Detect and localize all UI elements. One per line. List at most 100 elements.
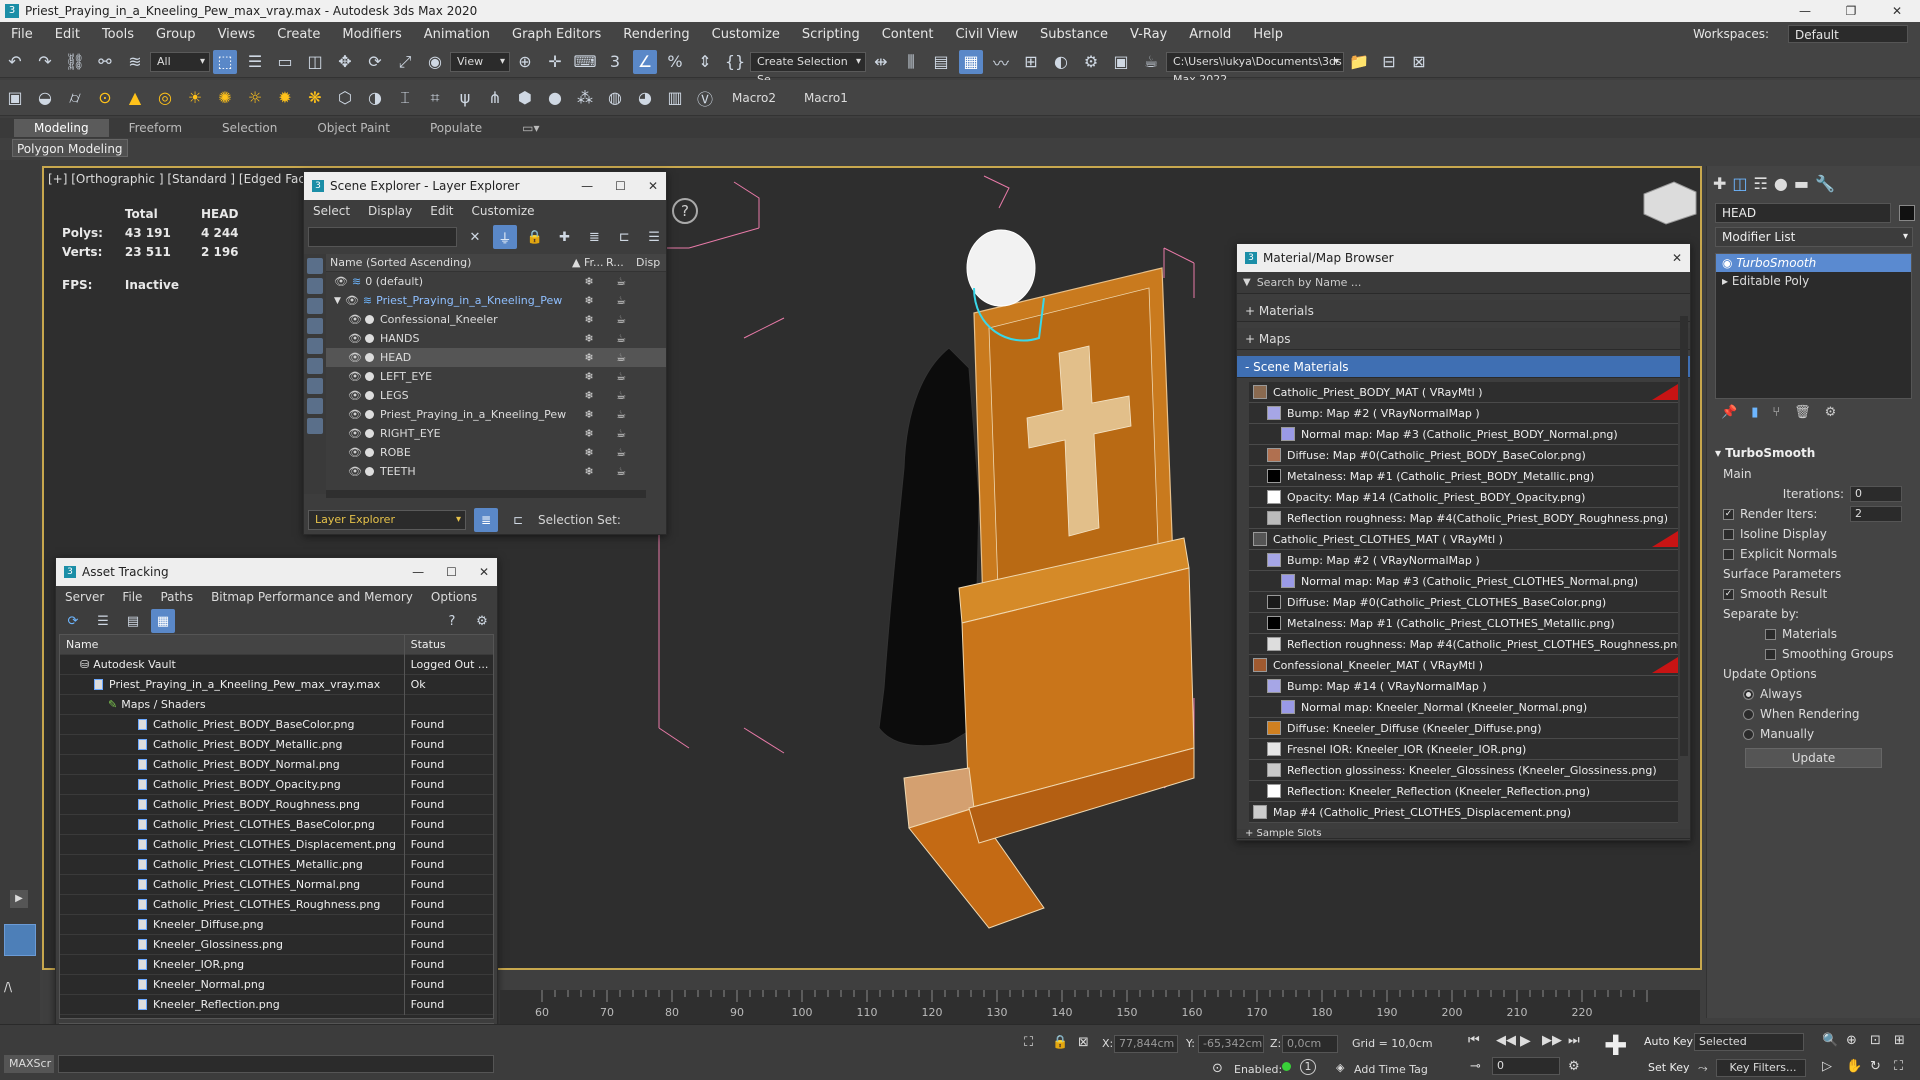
ribbon-tab-object-paint[interactable]: Object Paint [297, 121, 410, 135]
ribbon-tab-populate[interactable]: Populate [410, 121, 502, 135]
material-row[interactable]: Metalness: Map #1 (Catholic_Priest_BODY_… [1249, 466, 1678, 487]
freeze-icon[interactable]: ❄ [572, 446, 606, 459]
visibility-eye-icon[interactable]: 👁 [348, 446, 362, 459]
select-move-icon[interactable]: ✥ [333, 50, 357, 74]
next-frame-icon[interactable]: ▶▶ [1542, 1033, 1562, 1048]
select-object-icon[interactable]: ⬚ [213, 49, 237, 74]
object-color-swatch[interactable] [1899, 205, 1915, 221]
asset-row[interactable]: Catholic_Priest_CLOTHES_Displacement.png… [60, 834, 493, 855]
visibility-eye-icon[interactable]: 👁 [345, 294, 359, 307]
asset-row[interactable]: Kneeler_Reflection.png Found [60, 994, 493, 1015]
unlink-icon[interactable]: ⚯ [93, 50, 117, 74]
render-teapot-icon[interactable]: ☕ [606, 370, 636, 383]
fog-icon[interactable]: ◕ [633, 86, 657, 110]
select-scale-icon[interactable]: ⤢ [393, 50, 417, 74]
zoom-extents-icon[interactable]: ⊡ [1870, 1033, 1881, 1048]
asset-row[interactable]: Kneeler_IOR.png Found [60, 954, 493, 975]
lock-icon[interactable]: 🔒 [523, 225, 547, 249]
dome-light-icon[interactable]: ✹ [273, 86, 297, 110]
iterations-spinner[interactable]: 0 [1850, 486, 1902, 502]
isoline-checkbox[interactable] [1723, 528, 1734, 540]
minimize-button[interactable]: — [1782, 0, 1828, 22]
bind-space-warp-icon[interactable]: ≋ [123, 50, 147, 74]
asset-row[interactable]: Kneeler_Glossiness.png Found [60, 934, 493, 955]
asset-row[interactable]: Catholic_Priest_BODY_Roughness.png Found [60, 794, 493, 815]
visibility-eye-icon[interactable]: 👁 [348, 332, 362, 345]
material-row[interactable]: Reflection: Kneeler_Reflection (Kneeler_… [1249, 781, 1678, 802]
render-production-icon[interactable]: ☕ [1139, 50, 1163, 74]
field-of-view-icon[interactable]: ▷ [1822, 1059, 1832, 1074]
render-iters-spinner[interactable]: 2 [1850, 506, 1902, 522]
toon-icon[interactable]: ◍ [603, 86, 627, 110]
time-config-icon[interactable]: 1 [1300, 1059, 1316, 1075]
material-browser-scrollbar[interactable] [1680, 316, 1688, 756]
freeze-icon[interactable]: ❄ [572, 389, 606, 402]
absolute-mode-icon[interactable]: ⊠ [1078, 1035, 1089, 1050]
macro1-button[interactable]: Macro1 [804, 91, 848, 105]
asset-row[interactable]: Kneeler_Diffuse.png Found [60, 914, 493, 935]
cylinder-icon[interactable]: ⌭ [63, 86, 87, 110]
help-question-icon[interactable]: ? [440, 609, 464, 633]
asset-menu-paths[interactable]: Paths [151, 590, 202, 604]
render-teapot-icon[interactable]: ☕ [606, 465, 636, 478]
asset-row[interactable]: Catholic_Priest_CLOTHES_Roughness.png Fou… [60, 894, 493, 915]
material-row[interactable]: Catholic_Priest_CLOTHES_MAT ( VRayMtl ) [1249, 529, 1678, 550]
zoom-extents-all-icon[interactable]: ⊞ [1894, 1033, 1905, 1048]
enabled-indicator[interactable] [1282, 1062, 1291, 1071]
layers-icon[interactable]: ☰ [642, 225, 666, 249]
isolate-selection-icon[interactable]: ⛶ [1024, 1035, 1033, 1050]
freeze-icon[interactable]: ❄ [572, 313, 606, 326]
pivot-center-icon[interactable]: ⊕ [513, 50, 537, 74]
ribbon-panel-polygon-modeling[interactable]: Polygon Modeling [12, 139, 128, 157]
visibility-eye-icon[interactable]: 👁 [348, 370, 362, 383]
material-row[interactable]: Normal map: Kneeler_Normal (Kneeler_Norm… [1249, 697, 1678, 718]
zoom-all-icon[interactable]: ⊕ [1846, 1033, 1857, 1048]
material-row[interactable]: Reflection glossiness: Kneeler_Glossines… [1249, 760, 1678, 781]
layer-row[interactable]: 👁 RIGHT_EYE ❄ ☕ [326, 424, 666, 443]
filter-space-warps-icon[interactable] [307, 358, 323, 374]
motion-tab-icon[interactable]: ● [1774, 174, 1788, 193]
asset-row[interactable]: Catholic_Priest_BODY_BaseColor.png Found [60, 714, 493, 735]
curve-editor-icon[interactable]: 〰 [989, 50, 1013, 74]
menu-create[interactable]: Create [266, 27, 331, 42]
scene-explorer-close-button[interactable]: ✕ [648, 179, 658, 193]
render-teapot-icon[interactable]: ☕ [606, 408, 636, 421]
menu-views[interactable]: Views [207, 27, 267, 42]
freeze-icon[interactable]: ❄ [572, 294, 606, 307]
smoothing-groups-checkbox[interactable] [1765, 648, 1776, 660]
hierarchy-tab-icon[interactable]: ☶ [1754, 174, 1768, 193]
angle-snap-icon[interactable]: ∠ [633, 49, 657, 74]
create-layer-icon[interactable]: ✚ [553, 225, 577, 249]
rect-selection-icon[interactable]: ▭ [273, 50, 297, 74]
section-maps[interactable]: + Maps [1237, 328, 1690, 350]
key-filters-button[interactable]: Key Filters... [1716, 1059, 1806, 1077]
freeze-icon[interactable]: ❄ [572, 465, 606, 478]
object-name-field[interactable]: HEAD [1715, 203, 1891, 223]
project-tools-icon[interactable]: ⊠ [1407, 50, 1431, 74]
mirror-icon[interactable]: ⇹ [869, 50, 893, 74]
toggle-ribbon-icon[interactable]: ▦ [959, 49, 983, 74]
col-name-header[interactable]: Name (Sorted Ascending) [326, 256, 572, 269]
selected-dropdown[interactable]: Selected [1694, 1033, 1804, 1051]
viewcube-icon[interactable] [1643, 181, 1697, 225]
layer-stack-icon[interactable]: ≣ [582, 225, 606, 249]
layer-row[interactable]: 👁 LEFT_EYE ❄ ☕ [326, 367, 666, 386]
z-coordinate-field[interactable]: 0,0cm [1282, 1035, 1338, 1053]
maxscript-listener-input[interactable] [58, 1055, 494, 1073]
menu-scripting[interactable]: Scripting [791, 27, 871, 42]
align-icon[interactable]: ⫼ [899, 50, 923, 74]
material-browser-close-button[interactable]: ✕ [1672, 251, 1682, 265]
selection-lock-icon[interactable]: 🔒 [1052, 1035, 1068, 1050]
browser-options-icon[interactable]: ▼ [1243, 277, 1251, 288]
layer-row[interactable]: 👁 ROBE ❄ ☕ [326, 443, 666, 462]
menu-v-ray[interactable]: V-Ray [1119, 27, 1178, 42]
sphere-render-icon[interactable]: ◑ [363, 86, 387, 110]
maximize-button[interactable]: ❐ [1828, 0, 1874, 22]
material-editor-icon[interactable]: ◐ [1049, 50, 1073, 74]
pin-stack-icon[interactable]: 📌 [1721, 405, 1737, 420]
materials-checkbox[interactable] [1765, 628, 1776, 640]
visibility-eye-icon[interactable]: 👁 [334, 275, 348, 288]
when-rendering-radio[interactable] [1743, 708, 1754, 720]
asset-menu-file[interactable]: File [113, 590, 151, 604]
menu-group[interactable]: Group [145, 27, 207, 42]
